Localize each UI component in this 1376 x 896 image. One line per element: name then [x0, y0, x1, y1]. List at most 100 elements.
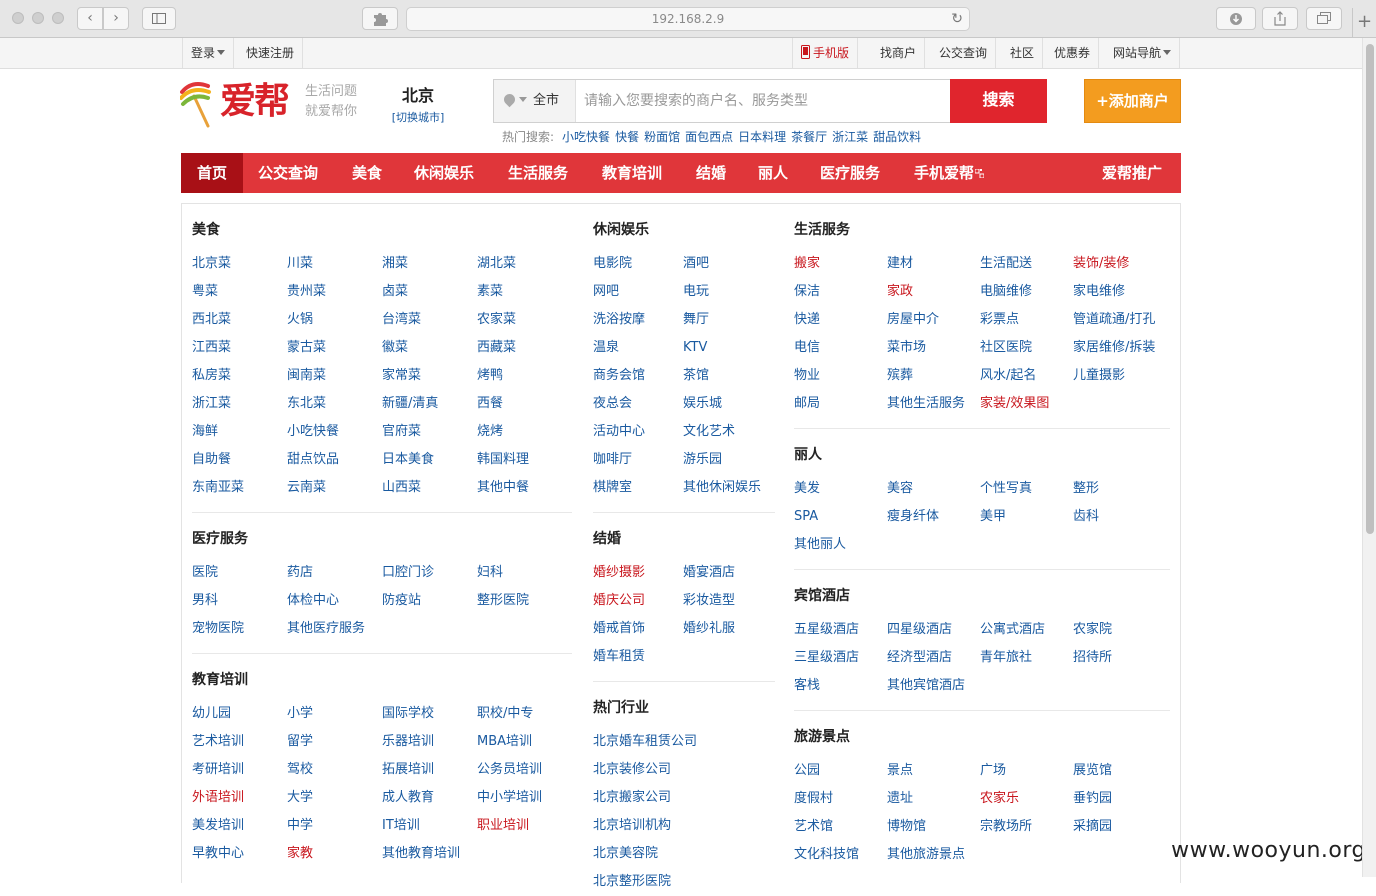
category-link[interactable]: 家常菜	[382, 362, 477, 390]
category-link[interactable]: 体检中心	[287, 587, 382, 615]
category-link[interactable]: 遗址	[887, 785, 980, 813]
category-link[interactable]: 早教中心	[192, 840, 287, 868]
category-link[interactable]: KTV	[683, 334, 778, 362]
category-link[interactable]: 社区医院	[980, 334, 1073, 362]
category-link[interactable]: 烤鸭	[477, 362, 572, 390]
category-link[interactable]: 烧烤	[477, 418, 572, 446]
category-link[interactable]: 国际学校	[382, 700, 477, 728]
category-link[interactable]: 酒吧	[683, 250, 778, 278]
category-link[interactable]: 儿童摄影	[1073, 362, 1173, 390]
category-link[interactable]: 美甲	[980, 503, 1073, 531]
category-link[interactable]: 夜总会	[593, 390, 683, 418]
reload-icon[interactable]: ↻	[951, 8, 963, 30]
category-link[interactable]: 西餐	[477, 390, 572, 418]
hot-keyword[interactable]: 小吃快餐	[562, 130, 610, 144]
nav-home[interactable]: 首页	[181, 153, 243, 193]
nav-bus[interactable]: 公交查询	[258, 153, 318, 193]
category-link[interactable]: 彩票点	[980, 306, 1073, 334]
category-link[interactable]: 海鲜	[192, 418, 287, 446]
category-link[interactable]: 粤菜	[192, 278, 287, 306]
category-link[interactable]: 垂钓园	[1073, 785, 1166, 813]
hot-keyword[interactable]: 粉面馆	[644, 130, 680, 144]
category-link[interactable]: 其他休闲娱乐	[683, 474, 778, 502]
category-link[interactable]: 农家乐	[980, 785, 1073, 813]
category-link[interactable]: 男科	[192, 587, 287, 615]
category-link[interactable]: IT培训	[382, 812, 477, 840]
category-link[interactable]: 婚纱礼服	[683, 615, 778, 643]
category-link[interactable]: 北京装修公司	[593, 756, 773, 784]
category-link[interactable]: 川菜	[287, 250, 382, 278]
category-link[interactable]: 公园	[794, 757, 887, 785]
zoom-window-icon[interactable]	[52, 12, 64, 24]
category-link[interactable]: 韩国料理	[477, 446, 572, 474]
logo[interactable]: 爱帮 生活问题 就爱帮你	[180, 78, 370, 130]
category-link[interactable]: 景点	[887, 757, 980, 785]
category-link[interactable]: 其他医疗服务	[287, 615, 382, 643]
category-link[interactable]: 婚纱摄影	[593, 559, 683, 587]
category-link[interactable]: 娱乐城	[683, 390, 778, 418]
category-link[interactable]: 彩妆造型	[683, 587, 778, 615]
category-link[interactable]: 徽菜	[382, 334, 477, 362]
hot-keyword[interactable]: 甜品饮料	[873, 130, 921, 144]
register-link[interactable]: 快速注册	[238, 38, 303, 68]
nav-beauty[interactable]: 丽人	[758, 153, 788, 193]
category-link[interactable]: 客栈	[794, 672, 887, 700]
category-link[interactable]: 茶馆	[683, 362, 778, 390]
nav-medical[interactable]: 医疗服务	[820, 153, 880, 193]
category-link[interactable]: 北京美容院	[593, 840, 773, 868]
downloads-button[interactable]	[1216, 7, 1256, 30]
category-link[interactable]: 美容	[887, 475, 980, 503]
category-link[interactable]: 商务会馆	[593, 362, 683, 390]
category-link[interactable]: 采摘园	[1073, 813, 1166, 841]
coupons-link[interactable]: 优惠券	[1046, 38, 1099, 68]
category-link[interactable]: 婚宴酒店	[683, 559, 778, 587]
category-link[interactable]: 其他宾馆酒店	[887, 672, 980, 700]
minimize-window-icon[interactable]	[32, 12, 44, 24]
category-link[interactable]: 闽南菜	[287, 362, 382, 390]
category-link[interactable]: 艺术馆	[794, 813, 887, 841]
category-link[interactable]: 北京整形医院	[593, 868, 773, 896]
nav-leisure[interactable]: 休闲娱乐	[414, 153, 474, 193]
category-link[interactable]: 整形医院	[477, 587, 572, 615]
extensions-button[interactable]	[362, 7, 398, 30]
category-link[interactable]: 公寓式酒店	[980, 616, 1073, 644]
category-link[interactable]: 美发培训	[192, 812, 287, 840]
category-link[interactable]: 职校/中专	[477, 700, 572, 728]
community-link[interactable]: 社区	[1002, 38, 1043, 68]
category-link[interactable]: 生活配送	[980, 250, 1073, 278]
category-link[interactable]: 官府菜	[382, 418, 477, 446]
hot-keyword[interactable]: 浙江菜	[832, 130, 868, 144]
tabs-overview-button[interactable]	[1306, 7, 1342, 30]
category-link[interactable]: 婚戒首饰	[593, 615, 683, 643]
category-link[interactable]: 棋牌室	[593, 474, 683, 502]
hot-keyword[interactable]: 面包西点	[685, 130, 733, 144]
category-link[interactable]: 妇科	[477, 559, 572, 587]
category-link[interactable]: 其他丽人	[794, 531, 887, 559]
add-merchant-button[interactable]: +添加商户	[1084, 79, 1181, 123]
category-link[interactable]: 网吧	[593, 278, 683, 306]
category-link[interactable]: 齿科	[1073, 503, 1166, 531]
category-link[interactable]: 度假村	[794, 785, 887, 813]
category-link[interactable]: 卤菜	[382, 278, 477, 306]
search-scope-dropdown[interactable]: 全市	[494, 80, 576, 122]
category-link[interactable]: 邮局	[794, 390, 887, 418]
category-link[interactable]: 电信	[794, 334, 887, 362]
category-link[interactable]: 家政	[887, 278, 980, 306]
address-bar[interactable]: 192.168.2.9 ↻	[406, 7, 970, 31]
category-link[interactable]: 博物馆	[887, 813, 980, 841]
nav-life[interactable]: 生活服务	[508, 153, 568, 193]
sidebar-toggle-button[interactable]	[142, 7, 176, 30]
category-link[interactable]: 咖啡厅	[593, 446, 683, 474]
category-link[interactable]: SPA	[794, 503, 887, 531]
category-link[interactable]: 甜点饮品	[287, 446, 382, 474]
nav-education[interactable]: 教育培训	[602, 153, 662, 193]
hot-keyword[interactable]: 茶餐厅	[791, 130, 827, 144]
category-link[interactable]: 外语培训	[192, 784, 287, 812]
category-link[interactable]: 农家院	[1073, 616, 1166, 644]
category-link[interactable]: 三星级酒店	[794, 644, 887, 672]
category-link[interactable]: 宠物医院	[192, 615, 287, 643]
page-scrollbar[interactable]	[1362, 38, 1376, 877]
find-merchant-link[interactable]: 找商户	[872, 38, 925, 68]
category-link[interactable]: 管道疏通/打孔	[1073, 306, 1173, 334]
category-link[interactable]: 素菜	[477, 278, 572, 306]
